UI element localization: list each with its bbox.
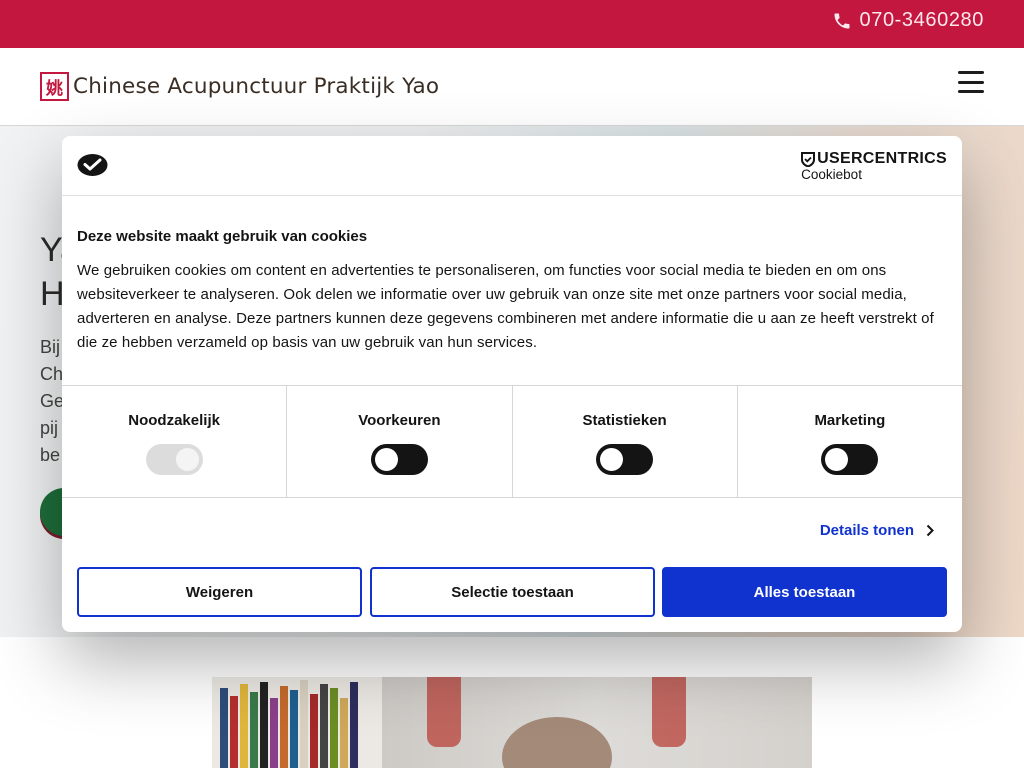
site-logo[interactable]: 姚 Chinese Acupunctuur Praktijk Yao (40, 72, 439, 101)
cookiebot-brand[interactable]: USERCENTRICS Cookiebot (801, 150, 947, 182)
bookshelf (212, 677, 382, 768)
statistics-toggle[interactable] (596, 444, 654, 475)
category-necessary: Noodzakelijk (62, 386, 288, 497)
marketing-toggle[interactable] (821, 444, 879, 475)
deny-button[interactable]: Weigeren (77, 567, 362, 617)
cookiebot-label: Cookiebot (801, 167, 862, 182)
acupuncture-poster (427, 677, 461, 747)
cookie-icon (77, 154, 108, 176)
hamburger-menu-icon[interactable] (958, 71, 984, 93)
dialog-body: Deze website maakt gebruik van cookies W… (77, 228, 947, 355)
category-preferences: Voorkeuren (287, 386, 513, 497)
category-marketing: Marketing (738, 386, 962, 497)
site-header: 姚 Chinese Acupunctuur Praktijk Yao (0, 48, 1024, 126)
practitioner-photo (212, 677, 812, 768)
show-details-label: Details tonen (819, 522, 914, 539)
cookie-consent-dialog: USERCENTRICS Cookiebot Deze website maak… (62, 136, 962, 632)
phone-number: 070-3460280 (859, 9, 984, 31)
consent-categories: Noodzakelijk Voorkeuren Statistieken Mar… (62, 385, 962, 498)
phone-icon (834, 13, 849, 28)
allow-all-button[interactable]: Alles toestaan (662, 567, 947, 617)
category-statistics: Statistieken (513, 386, 738, 497)
category-label: Statistieken (582, 412, 667, 429)
logo-text: Chinese Acupunctuur Praktijk Yao (73, 74, 440, 99)
category-label: Voorkeuren (358, 412, 441, 429)
category-label: Noodzakelijk (128, 412, 220, 429)
category-label: Marketing (814, 412, 886, 429)
usercentrics-shield-icon (801, 151, 816, 167)
dialog-header: USERCENTRICS Cookiebot (62, 136, 962, 196)
chevron-right-icon (926, 524, 934, 537)
preferences-toggle[interactable] (370, 444, 428, 475)
acupuncture-poster (652, 677, 686, 747)
top-contact-bar: 070-3460280 (0, 0, 1024, 48)
logo-mark: 姚 (40, 72, 69, 101)
allow-selection-button[interactable]: Selectie toestaan (370, 567, 655, 617)
dialog-title: Deze website maakt gebruik van cookies (77, 228, 368, 245)
show-details-link[interactable]: Details tonen (820, 522, 934, 539)
necessary-toggle (145, 444, 203, 475)
dialog-description: We gebruiken cookies om content en adver… (77, 262, 934, 351)
usercentrics-label: USERCENTRICS (817, 150, 947, 167)
phone-link[interactable]: 070-3460280 (832, 9, 985, 32)
